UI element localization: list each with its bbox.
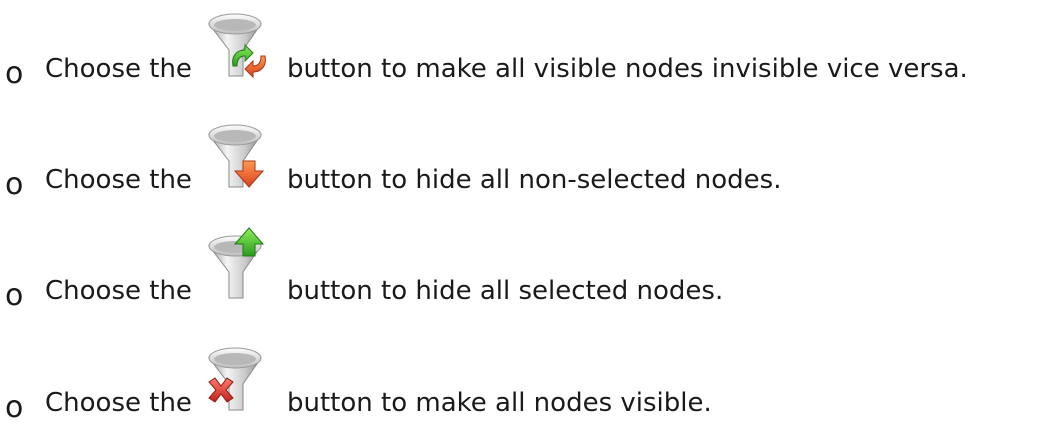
item-prefix: Choose the [45, 276, 192, 306]
item-suffix: button to make all visible nodes invisib… [287, 54, 968, 84]
item-prefix: Choose the [45, 388, 192, 418]
bullet: o [5, 56, 24, 91]
item-suffix: button to make all nodes visible. [287, 388, 712, 418]
item-prefix: Choose the [45, 165, 192, 195]
item-suffix: button to hide all selected nodes. [287, 276, 724, 306]
bullet: o [5, 167, 24, 202]
item-suffix: button to hide all non-selected nodes. [287, 165, 782, 195]
funnel-invert-icon[interactable] [195, 4, 275, 84]
list-item: o Choose the button to make all visible … [0, 4, 1040, 89]
bullet: o [5, 278, 24, 313]
list-item: o Choose the button to hide all non-sele… [0, 115, 1040, 200]
list-item: o Choose the button to hide all selected… [0, 226, 1040, 311]
funnel-clear-icon[interactable] [195, 338, 275, 418]
list-item: o Choose the button to make all nodes vi… [0, 338, 1040, 423]
funnel-up-arrow-icon[interactable] [195, 226, 275, 306]
funnel-down-arrow-icon[interactable] [195, 115, 275, 195]
bullet: o [5, 390, 24, 425]
item-prefix: Choose the [45, 54, 192, 84]
